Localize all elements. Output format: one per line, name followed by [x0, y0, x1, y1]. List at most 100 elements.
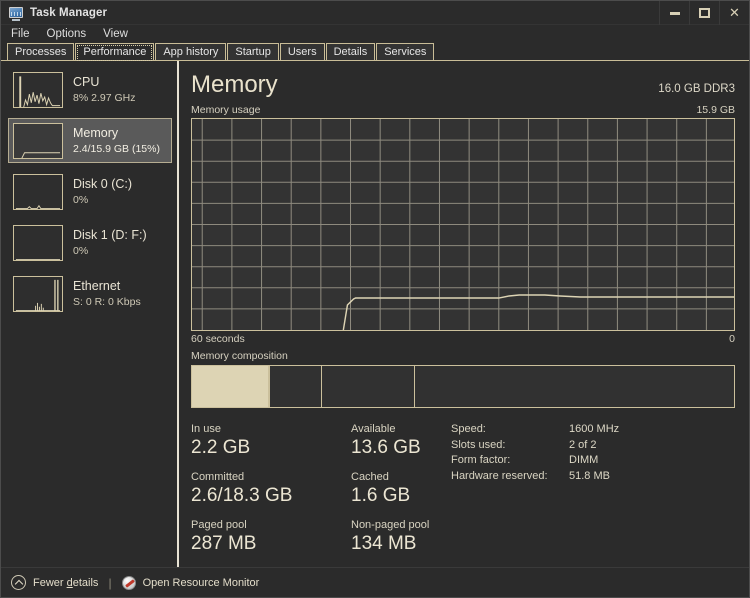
tab-label: App history [163, 46, 219, 58]
usage-graph-caption: Memory usage [191, 104, 261, 116]
stat-value: 13.6 GB [351, 437, 421, 458]
stat-in-use: In use 2.2 GB [191, 422, 351, 460]
restore-button[interactable] [689, 1, 719, 25]
tab-services[interactable]: Services [376, 43, 435, 60]
disk1-mini-graph-icon [13, 224, 63, 261]
disk0-mini-graph-icon [13, 173, 63, 210]
title-bar: Task Manager ✕ [1, 1, 749, 25]
tab-app-history[interactable]: App history [155, 43, 227, 60]
memory-detail-pane: Memory 16.0 GB DDR3 Memory usage 15.9 GB [179, 61, 749, 567]
tab-label: Startup [235, 46, 271, 58]
menu-item-view[interactable]: View [103, 28, 128, 40]
detail-value: 51.8 MB [569, 469, 610, 482]
tab-strip: Processes Performance App history Startu… [1, 43, 749, 61]
stat-available: Available 13.6 GB [351, 422, 446, 460]
usage-graph-caption-row: Memory usage 15.9 GB [191, 104, 735, 116]
stats-column-middle: Available 13.6 GB Cached 1.6 GB Non-page… [351, 422, 446, 566]
tab-label: Services [384, 46, 427, 58]
sidebar-item-disk-0[interactable]: Disk 0 (C:) 0% [8, 169, 172, 214]
stat-label: Non-paged pool [351, 519, 430, 531]
sidebar-item-title: Ethernet [73, 278, 121, 293]
detail-value: 1600 MHz [569, 423, 620, 435]
fewer-details-label-pre: Fewer [33, 576, 67, 589]
axis-label-start: 60 seconds [191, 333, 245, 345]
memory-usage-line [342, 294, 734, 330]
detail-key: Hardware reserved: [451, 469, 548, 482]
window-title: Task Manager [30, 6, 108, 19]
resource-monitor-icon[interactable] [121, 575, 136, 590]
detail-speed: Speed: 1600 MHz [451, 422, 735, 438]
memory-hardware-label: 16.0 GB DDR3 [658, 83, 735, 95]
memory-mini-graph-icon [13, 122, 63, 159]
sidebar-item-title: Disk 0 (C:) [73, 176, 133, 191]
tab-details[interactable]: Details [325, 43, 376, 60]
task-manager-window: Task Manager ✕ File Options View Process… [0, 0, 750, 598]
menu-item-file[interactable]: File [11, 28, 30, 40]
content-area: CPU 8% 2.97 GHz Memory 2.4/15.9 GB (15%) [1, 61, 749, 567]
stat-committed: Committed 2.6/18.3 GB [191, 470, 351, 508]
tab-performance[interactable]: Performance [75, 43, 155, 61]
axis-label-end: 0 [729, 333, 735, 345]
sidebar-item-ethernet[interactable]: Ethernet S: 0 R: 0 Kbps [8, 271, 172, 316]
open-resource-monitor-link[interactable]: Open Resource Monitor [143, 577, 260, 589]
tab-processes[interactable]: Processes [7, 43, 75, 60]
tab-users[interactable]: Users [279, 43, 325, 60]
stats-column-left: In use 2.2 GB Committed 2.6/18.3 GB Page… [191, 422, 351, 566]
sidebar-item-title: CPU [73, 74, 100, 89]
sidebar-item-disk-1[interactable]: Disk 1 (D: F:) 0% [8, 220, 172, 265]
memory-stats: In use 2.2 GB Committed 2.6/18.3 GB Page… [191, 422, 735, 566]
composition-segment-in-use [192, 366, 270, 407]
composition-divider-2 [414, 366, 416, 407]
close-button[interactable]: ✕ [719, 1, 749, 25]
tab-label: Performance [83, 46, 147, 58]
chevron-up-icon[interactable] [11, 575, 26, 590]
detail-key: Slots used: [451, 438, 506, 451]
sidebar-item-cpu[interactable]: CPU 8% 2.97 GHz [8, 67, 172, 112]
sidebar-item-title: Disk 1 (D: F:) [73, 227, 147, 242]
tab-label: Details [333, 46, 368, 58]
stat-label: Paged pool [191, 519, 247, 531]
sidebar-item-subtitle: 8% 2.97 GHz [73, 91, 136, 104]
chart-svg [192, 119, 734, 330]
stat-label: Cached [351, 471, 389, 483]
composition-divider-1 [320, 366, 322, 407]
menu-item-options[interactable]: Options [47, 28, 87, 40]
minimize-button[interactable] [659, 1, 689, 25]
footer-separator: | [108, 575, 112, 590]
sidebar-item-memory[interactable]: Memory 2.4/15.9 GB (15%) [8, 118, 172, 163]
window-controls: ✕ [659, 1, 749, 25]
detail-key: Speed: [451, 423, 486, 435]
stat-paged-pool: Paged pool 287 MB [191, 518, 351, 556]
sidebar-item-subtitle: 0% [73, 193, 89, 206]
stat-value: 134 MB [351, 533, 417, 554]
ethernet-mini-graph-icon [13, 275, 63, 312]
stat-label: Committed [191, 471, 245, 483]
detail-slots-used: Slots used: 2 of 2 [451, 438, 735, 454]
fewer-details-button[interactable]: Fewer details [33, 577, 98, 589]
tab-label: Processes [15, 46, 67, 58]
cpu-mini-graph-icon [13, 71, 63, 108]
chart-axis-labels: 60 seconds 0 [191, 333, 735, 345]
composition-caption: Memory composition [191, 350, 288, 362]
task-manager-icon [8, 5, 24, 21]
tab-label: Users [287, 46, 317, 58]
stat-value: 1.6 GB [351, 485, 411, 506]
stats-column-details: Speed: 1600 MHz Slots used: 2 of 2 Form … [446, 422, 735, 566]
sidebar-item-subtitle: S: 0 R: 0 Kbps [73, 295, 141, 308]
memory-usage-chart [191, 118, 735, 331]
sidebar-item-title: Memory [73, 125, 119, 140]
memory-composition-bar[interactable] [191, 365, 735, 408]
menu-bar: File Options View [1, 25, 749, 43]
stat-cached: Cached 1.6 GB [351, 470, 446, 508]
footer-bar: Fewer details | Open Resource Monitor [1, 567, 749, 597]
detail-key: Form factor: [451, 454, 511, 466]
resource-sidebar: CPU 8% 2.97 GHz Memory 2.4/15.9 GB (15%) [1, 61, 179, 567]
stat-label: Available [351, 423, 396, 435]
page-title: Memory [191, 71, 278, 98]
detail-value: DIMM [569, 454, 599, 466]
tab-startup[interactable]: Startup [227, 43, 279, 60]
stat-non-paged-pool: Non-paged pool 134 MB [351, 518, 446, 556]
pane-header: Memory 16.0 GB DDR3 [191, 71, 735, 99]
stat-value: 287 MB [191, 533, 257, 554]
stat-value: 2.6/18.3 GB [191, 485, 293, 506]
